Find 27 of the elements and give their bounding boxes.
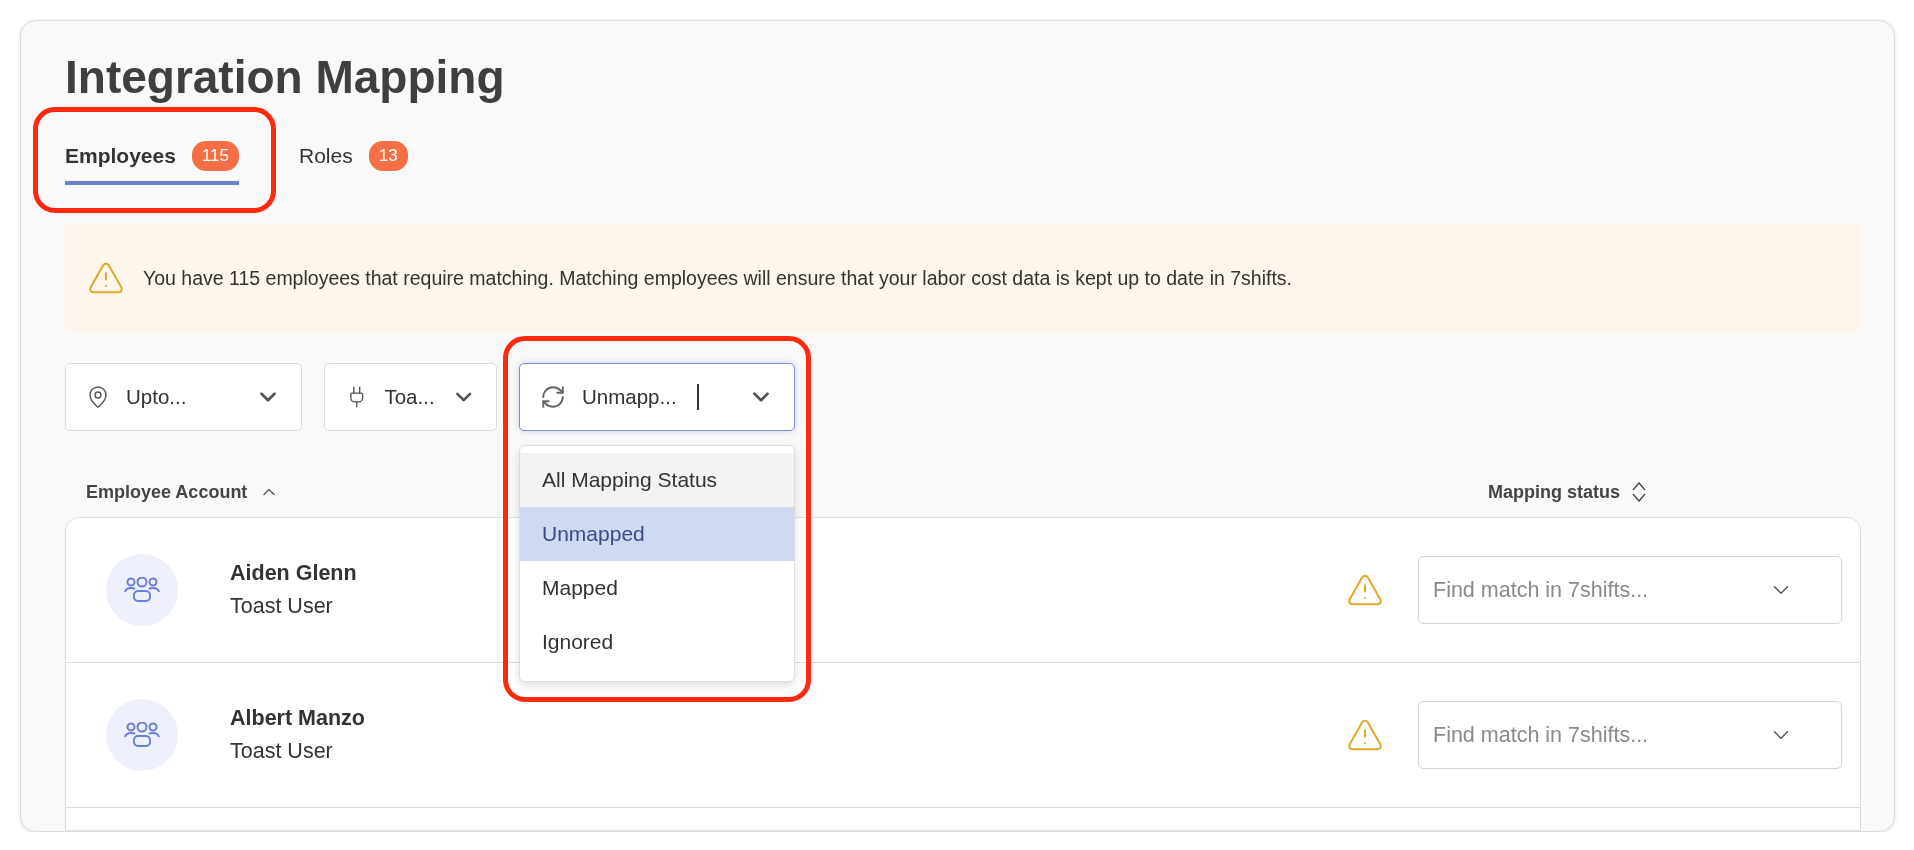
tab[interactable]: Employees 115: [65, 137, 239, 185]
menu-item[interactable]: Ignored: [520, 615, 794, 669]
menu-item[interactable]: Unmapped: [520, 507, 794, 561]
alert-message: You have 115 employees that require matching. Matching employees will ensure that your labor cost data is kept up to date in 7shifts.: [143, 266, 1292, 290]
employee-name: Albert Manzo: [230, 706, 366, 731]
map-pin-icon: [86, 385, 110, 409]
menu-item[interactable]: Mapped: [520, 561, 794, 615]
refresh-icon: [540, 384, 566, 410]
filter-dropdown[interactable]: Upto...: [65, 363, 302, 431]
count-badge: 115: [191, 141, 239, 171]
people-group-icon: [124, 722, 160, 748]
employee-source: Toast User: [230, 594, 334, 619]
employee-name: Aiden Glenn: [230, 561, 358, 586]
count-badge: 13: [368, 141, 408, 171]
match-field[interactable]: Find match in 7shifts...: [1418, 556, 1842, 624]
tab[interactable]: Roles 13: [299, 137, 408, 185]
menu-item[interactable]: All Mapping Status: [520, 453, 794, 507]
match-field[interactable]: Find match in 7shifts...: [1418, 701, 1842, 769]
page-title: Integration Mapping: [65, 50, 506, 105]
column-header[interactable]: Mapping status: [1488, 481, 1646, 503]
text-cursor: [696, 384, 699, 410]
employee-source: Toast User: [230, 739, 334, 764]
filter-dropdown[interactable]: Toa...: [324, 363, 497, 431]
column-header[interactable]: Employee Account: [86, 481, 280, 503]
sort-icon: [1632, 481, 1646, 503]
filter-dropdown[interactable]: Unmapp...: [519, 363, 795, 431]
people-group-icon: [124, 577, 160, 603]
